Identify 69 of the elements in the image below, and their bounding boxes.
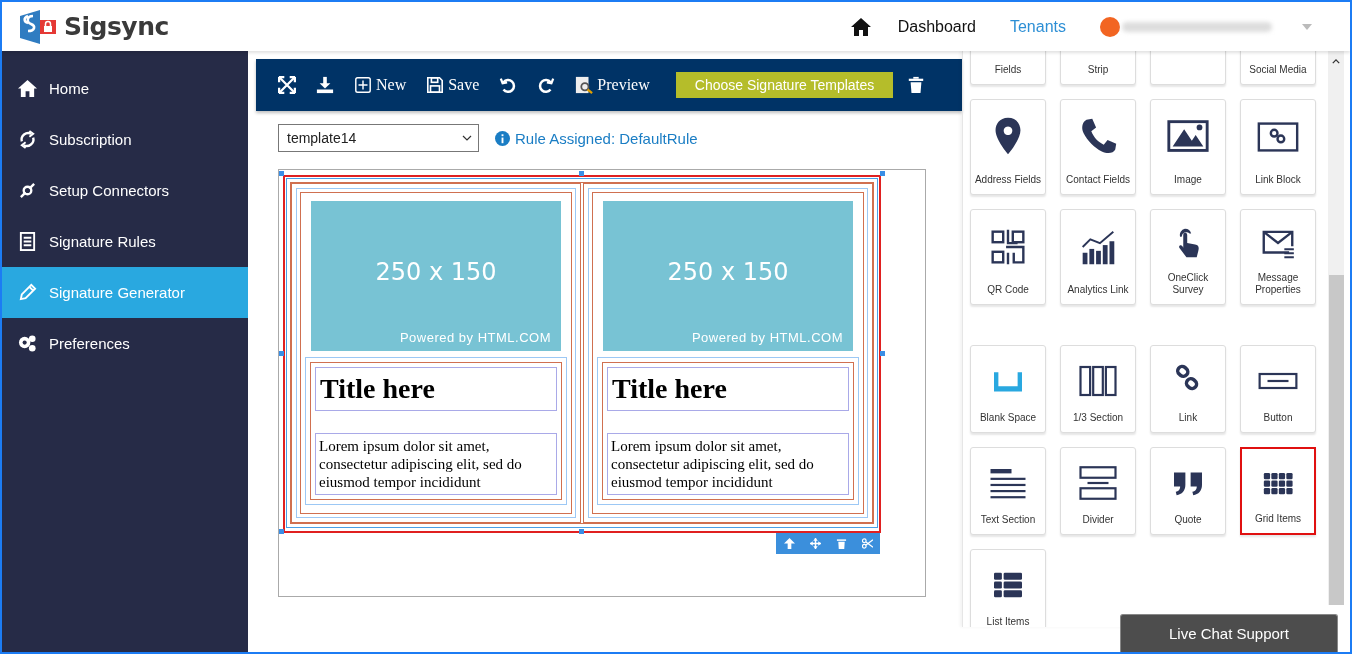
scissors-icon[interactable] bbox=[861, 538, 873, 549]
element-tile[interactable]: Divider bbox=[1060, 447, 1136, 535]
logo-text: Sigsync bbox=[64, 12, 169, 41]
caret-icon[interactable] bbox=[1302, 23, 1312, 30]
element-tile[interactable]: Blank Space bbox=[970, 345, 1046, 433]
element-tile[interactable]: Grid Items bbox=[1240, 447, 1316, 535]
element-tile[interactable]: Message Properties bbox=[1240, 209, 1316, 305]
magnifier-document-icon bbox=[575, 76, 594, 94]
rule-assigned-text: Rule Assigned: DefaultRule bbox=[515, 129, 698, 147]
element-tile[interactable]: Address Fields bbox=[970, 99, 1046, 195]
element-tile[interactable]: Button bbox=[1240, 345, 1316, 433]
element-tile[interactable]: Text Section bbox=[970, 447, 1046, 535]
home-icon[interactable] bbox=[850, 17, 871, 36]
resize-handle[interactable] bbox=[880, 171, 885, 176]
title-text[interactable]: Title here bbox=[315, 367, 557, 411]
image-credit-text: Powered by HTML.COM bbox=[399, 330, 551, 345]
resize-handle[interactable] bbox=[279, 351, 284, 356]
chevron-down-icon bbox=[462, 135, 472, 141]
element-tile[interactable]: 1/3 Section bbox=[1060, 345, 1136, 433]
element-tile[interactable]: Image bbox=[1150, 99, 1226, 195]
element-tile[interactable]: Fields bbox=[970, 51, 1046, 85]
plus-box-icon bbox=[354, 76, 372, 94]
avatar[interactable] bbox=[1100, 16, 1120, 37]
sidebar-item[interactable]: Subscription bbox=[2, 114, 248, 165]
element-tile[interactable]: Link Block bbox=[1240, 99, 1316, 195]
resize-handle[interactable] bbox=[880, 351, 885, 356]
home-icon bbox=[18, 79, 37, 98]
image-credit-text: Powered by HTML.COM bbox=[691, 330, 843, 345]
logo-icon bbox=[18, 9, 58, 44]
sidebar-item[interactable]: Preferences bbox=[2, 318, 248, 369]
element-tile[interactable]: OneClick Survey bbox=[1150, 209, 1226, 305]
scroll-up-icon[interactable] bbox=[1332, 59, 1340, 64]
element-tile[interactable]: List Items bbox=[970, 549, 1046, 627]
info-icon bbox=[495, 130, 510, 146]
element-tile[interactable]: QR Code bbox=[970, 209, 1046, 305]
image-size-text: 250 x 150 bbox=[667, 258, 789, 286]
sidebar-item[interactable]: Setup Connectors bbox=[2, 165, 248, 216]
element-tile[interactable]: Quote bbox=[1150, 447, 1226, 535]
template-dropdown[interactable]: template14 bbox=[278, 124, 479, 152]
image-size-text: 250 x 150 bbox=[375, 258, 497, 286]
title-text[interactable]: Title here bbox=[607, 367, 849, 411]
scrollbar[interactable] bbox=[1328, 51, 1344, 605]
element-tile[interactable]: Strip bbox=[1060, 51, 1136, 85]
resize-handle[interactable] bbox=[279, 171, 284, 176]
body-text[interactable]: Lorem ipsum dolor sit amet, consectetur adipiscing elit, sed do eiusmod tempor incididunt bbox=[315, 432, 557, 495]
pencil-icon bbox=[18, 283, 37, 302]
element-tile[interactable]: Link bbox=[1150, 345, 1226, 433]
toolbar-button[interactable]: Preview bbox=[565, 70, 660, 100]
live-chat-button[interactable]: Live Chat Support bbox=[1120, 614, 1338, 652]
document-icon bbox=[18, 232, 37, 251]
element-tile[interactable]: Contact Fields bbox=[1060, 99, 1136, 195]
nav-link[interactable]: Dashboard bbox=[897, 17, 976, 36]
selected-block-outline[interactable] bbox=[283, 175, 881, 533]
element-tile[interactable]: Analytics Link bbox=[1060, 209, 1136, 305]
resize-handle[interactable] bbox=[279, 529, 284, 534]
body-text[interactable]: Lorem ipsum dolor sit amet, consectetur adipiscing elit, sed do eiusmod tempor incididunt bbox=[607, 432, 849, 495]
sidebar-item[interactable]: Signature Rules bbox=[2, 216, 248, 267]
nav-link[interactable]: Tenants bbox=[1009, 17, 1066, 36]
toolbar-button[interactable]: New bbox=[344, 70, 417, 100]
element-tile[interactable]: Social Media bbox=[1240, 51, 1316, 85]
plug-icon bbox=[18, 181, 37, 200]
arrow-up-icon[interactable] bbox=[783, 538, 795, 549]
refresh-icon bbox=[18, 130, 37, 149]
sidebar-item[interactable]: Home bbox=[2, 63, 248, 114]
resize-handle[interactable] bbox=[579, 529, 584, 534]
gears-icon bbox=[18, 334, 37, 353]
move-icon[interactable] bbox=[809, 538, 821, 549]
resize-handle[interactable] bbox=[579, 171, 584, 176]
toolbar-button[interactable]: Save bbox=[416, 70, 490, 100]
